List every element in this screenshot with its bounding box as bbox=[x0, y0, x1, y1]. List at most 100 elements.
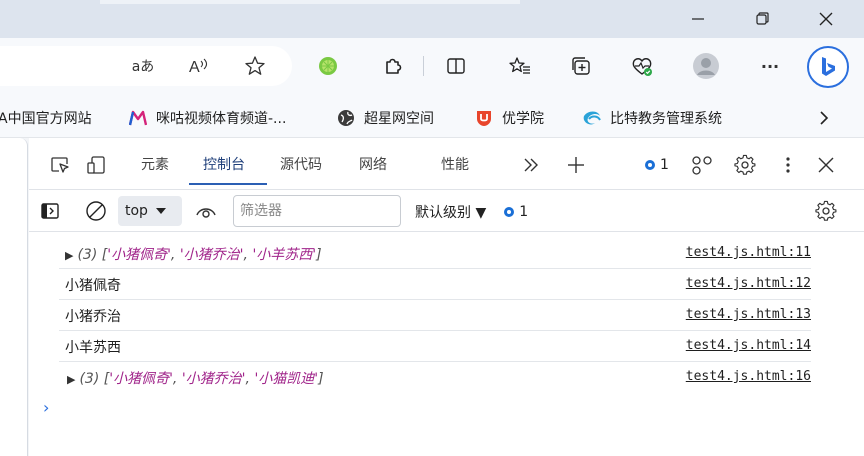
add-tool-button[interactable] bbox=[563, 152, 589, 178]
console-row: ▶ (3) ['小猪佩奇', '小猪乔治', '小羊苏西'] test4.js.h… bbox=[59, 238, 811, 269]
favorite-item-chaoxing[interactable]: 超星网空间 bbox=[336, 108, 434, 128]
favorite-item-migu[interactable]: 咪咕视频体育频道-... bbox=[128, 108, 286, 128]
close-devtools-button[interactable] bbox=[813, 152, 839, 178]
tab-sources[interactable]: 源代码 bbox=[280, 154, 322, 174]
device-toolbar-icon bbox=[87, 156, 105, 174]
globe-icon bbox=[336, 108, 356, 128]
source-link[interactable]: test4.js.html:12 bbox=[686, 276, 811, 291]
favorite-item-youxueyuan[interactable]: 优学院 bbox=[474, 108, 544, 128]
array-item: '小猪佩奇' bbox=[107, 247, 171, 263]
levels-label: 默认级别 ▼ bbox=[415, 205, 487, 221]
tab-network[interactable]: 网络 bbox=[359, 154, 387, 174]
favorites-button[interactable] bbox=[505, 52, 535, 80]
issue-icon bbox=[504, 207, 515, 217]
device-emulation-button[interactable] bbox=[83, 152, 109, 178]
more-tabs-button[interactable] bbox=[518, 152, 544, 178]
issues-counter-button[interactable]: 1 bbox=[639, 152, 675, 178]
console-row: 小羊苏西 test4.js.html:14 bbox=[59, 331, 811, 362]
tab-performance[interactable]: 性能 bbox=[441, 154, 469, 174]
customize-layout-button[interactable] bbox=[689, 152, 715, 178]
favorite-label: 优学院 bbox=[502, 111, 544, 127]
inspect-element-button[interactable] bbox=[47, 152, 73, 178]
devtools-settings-button[interactable] bbox=[732, 152, 758, 178]
console-row: 小猪乔治 test4.js.html:13 bbox=[59, 300, 811, 331]
live-expression-button[interactable] bbox=[193, 198, 219, 224]
lime-extension-button[interactable] bbox=[313, 52, 343, 80]
source-link[interactable]: test4.js.html:13 bbox=[686, 307, 811, 322]
gear-icon bbox=[815, 200, 837, 221]
array-suffix: ] bbox=[318, 371, 324, 387]
text-size-button[interactable]: A bbox=[184, 52, 214, 80]
share-nodes-icon bbox=[692, 156, 712, 175]
bit-logo-icon bbox=[582, 108, 602, 128]
more-icon: ··· bbox=[760, 56, 780, 76]
tab-elements[interactable]: 元素 bbox=[141, 154, 169, 174]
extensions-puzzle-icon bbox=[386, 58, 402, 74]
tab-console[interactable]: 控制台 bbox=[203, 154, 245, 174]
close-icon bbox=[818, 157, 834, 173]
devtools-tab-bar: 元素 控制台 源代码 网络 性能 1 bbox=[29, 138, 864, 190]
collections-button[interactable] bbox=[566, 52, 596, 80]
clear-console-button[interactable] bbox=[83, 198, 109, 224]
favorites-bar: A中国官方网站 咪咕视频体育频道-... 超星网空间 优学院 比特教务管理系统 bbox=[0, 96, 864, 138]
source-link[interactable]: test4.js.html:11 bbox=[686, 245, 811, 260]
favorite-label: 比特教务管理系统 bbox=[610, 111, 722, 127]
context-value: top bbox=[125, 203, 148, 219]
favorites-overflow-button[interactable] bbox=[812, 106, 836, 130]
close-icon bbox=[819, 12, 833, 26]
devtools-panel: 元素 控制台 源代码 网络 性能 1 top 筛选器 默认级别 ▼ 1 ▶ (3… bbox=[29, 138, 864, 456]
log-message: 小猪乔治 bbox=[65, 309, 121, 325]
collections-icon bbox=[572, 57, 590, 75]
vertical-dots-icon bbox=[786, 157, 790, 173]
show-sidebar-button[interactable] bbox=[37, 198, 63, 224]
svg-text:A: A bbox=[189, 59, 200, 76]
favorites-list-icon bbox=[509, 57, 530, 74]
read-aloud-button[interactable]: aあ bbox=[128, 52, 158, 80]
issues-count: 1 bbox=[660, 157, 669, 173]
browser-toolbar: aあ A ··· bbox=[0, 38, 864, 96]
browser-essentials-icon bbox=[632, 58, 652, 76]
context-selector[interactable]: top bbox=[118, 196, 182, 226]
expand-triangle-icon: ▶ bbox=[67, 373, 76, 386]
active-tab-edge bbox=[100, 0, 520, 4]
split-screen-button[interactable] bbox=[441, 52, 471, 80]
array-item: '小猫凯迪' bbox=[254, 371, 319, 387]
favorite-label: A中国官方网站 bbox=[0, 111, 92, 127]
console-filter-input[interactable]: 筛选器 bbox=[233, 195, 401, 227]
array-prefix: (3) [ bbox=[77, 247, 108, 263]
web-page-content[interactable] bbox=[0, 138, 28, 456]
devtools-more-button[interactable] bbox=[775, 152, 801, 178]
console-settings-button[interactable] bbox=[813, 198, 839, 224]
inspect-icon bbox=[51, 157, 69, 173]
profile-avatar-icon bbox=[693, 53, 719, 79]
array-item: '小猪乔治' bbox=[181, 371, 246, 387]
close-window-button[interactable] bbox=[802, 4, 850, 34]
console-prompt[interactable]: › bbox=[43, 398, 49, 417]
source-link[interactable]: test4.js.html:14 bbox=[686, 338, 811, 353]
settings-more-button[interactable]: ··· bbox=[755, 52, 785, 80]
restore-button[interactable] bbox=[738, 4, 786, 34]
array-suffix: ] bbox=[316, 247, 322, 263]
favorite-item-china-official[interactable]: A中国官方网站 bbox=[0, 108, 92, 128]
gear-icon bbox=[734, 154, 756, 175]
minimize-button[interactable] bbox=[674, 4, 722, 34]
array-item: '小猪佩奇' bbox=[109, 371, 173, 387]
add-favorite-button[interactable] bbox=[240, 52, 270, 80]
profile-button[interactable] bbox=[691, 52, 721, 80]
array-log-message[interactable]: ▶ (3) ['小猪佩奇', '小猪乔治', '小羊苏西'] bbox=[65, 244, 322, 264]
browser-essentials-button[interactable] bbox=[627, 52, 657, 80]
split-screen-icon bbox=[447, 58, 465, 74]
array-item: '小猪乔治' bbox=[179, 247, 244, 263]
extensions-button[interactable] bbox=[378, 52, 408, 80]
favorite-label: 超星网空间 bbox=[364, 111, 434, 127]
text-size-icon: A bbox=[189, 58, 208, 76]
array-log-message[interactable]: ▶ (3) ['小猪佩奇', '小猪乔治', '小猫凯迪'] bbox=[67, 368, 324, 388]
source-link[interactable]: test4.js.html:16 bbox=[686, 369, 811, 384]
log-levels-dropdown[interactable]: 默认级别 ▼ 1 bbox=[415, 202, 528, 222]
favorite-star-icon bbox=[245, 56, 265, 75]
copilot-button[interactable] bbox=[807, 46, 849, 88]
issue-icon bbox=[645, 160, 656, 170]
dropdown-triangle-icon bbox=[155, 208, 166, 214]
console-row: 小猪佩奇 test4.js.html:12 bbox=[59, 269, 811, 300]
favorite-item-bit-jiaowu[interactable]: 比特教务管理系统 bbox=[582, 108, 722, 128]
